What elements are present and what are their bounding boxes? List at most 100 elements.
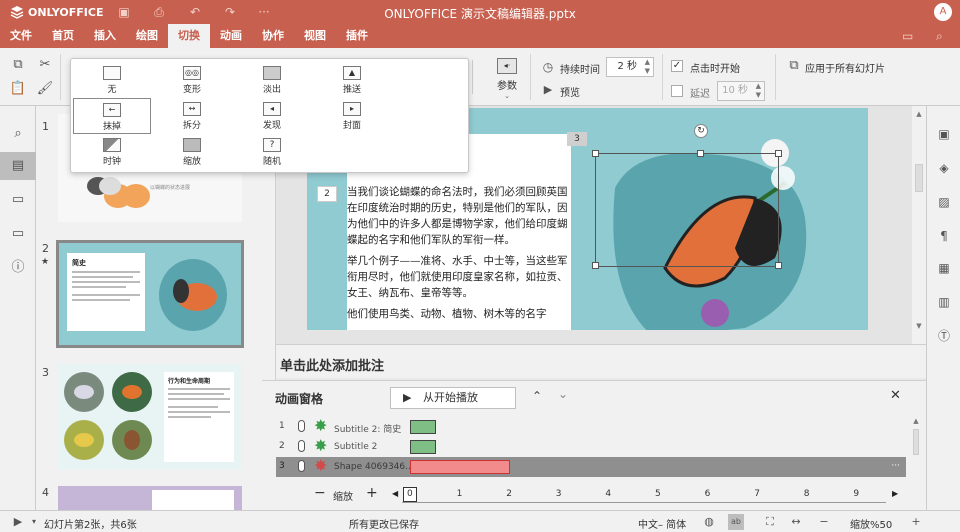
move-down-icon[interactable]: ⌄: [558, 387, 568, 401]
spinner-arrows-icon[interactable]: ▲ ▼: [645, 58, 650, 76]
text-art-settings-icon[interactable]: Ⓣ: [927, 324, 960, 348]
tab-collaborate[interactable]: 协作: [256, 24, 290, 48]
resize-handle[interactable]: [775, 262, 782, 269]
resize-handle[interactable]: [775, 150, 782, 157]
play-from-start-button[interactable]: ▶ 从开始播放: [390, 387, 516, 409]
transition-random[interactable]: ? 随机: [233, 134, 311, 170]
resize-handle[interactable]: [592, 150, 599, 157]
chart-settings-icon[interactable]: ▥: [927, 290, 960, 314]
timeline-right-icon[interactable]: ▶: [892, 489, 898, 498]
animation-timing-bar[interactable]: [410, 420, 436, 434]
folder-icon[interactable]: ▭: [902, 29, 913, 43]
zoom-in-icon[interactable]: +: [366, 485, 378, 501]
avatar[interactable]: A: [934, 3, 952, 21]
animation-list-scrollbar[interactable]: ▲: [910, 417, 922, 477]
slide-thumbnail-3[interactable]: 行为和生命周期: [58, 364, 242, 470]
notes-placeholder[interactable]: 单击此处添加批注: [280, 355, 384, 374]
on-click-checkbox[interactable]: ✓: [671, 60, 683, 72]
slideshow-icon[interactable]: ▶: [10, 514, 26, 530]
info-icon[interactable]: ⓘ: [0, 254, 36, 282]
slides-panel-icon[interactable]: ▤: [0, 152, 36, 180]
transition-morph[interactable]: ◎◎ 变形: [153, 62, 231, 98]
animation-row[interactable]: 1 ✸ Subtitle 2: 简史: [276, 417, 906, 437]
slide-settings-icon[interactable]: ▣: [927, 122, 960, 146]
animation-timing-bar[interactable]: [410, 460, 510, 474]
rotate-handle-icon[interactable]: ↻: [694, 124, 708, 138]
transition-wipe[interactable]: ← 抹掉: [73, 98, 151, 134]
duration-spinner[interactable]: 2 秒 ▲ ▼: [606, 57, 654, 77]
scroll-thumb[interactable]: [913, 429, 919, 455]
animation-timing-bar[interactable]: [410, 440, 436, 454]
tab-insert[interactable]: 插入: [88, 24, 122, 48]
more-icon[interactable]: ···: [256, 4, 272, 20]
notes-area[interactable]: 单击此处添加批注: [276, 344, 926, 378]
shape-settings-icon[interactable]: ◈: [927, 156, 960, 180]
slide-thumbnail-2[interactable]: 简史: [56, 240, 244, 348]
scroll-up-icon[interactable]: ▲: [912, 110, 926, 118]
transition-fade[interactable]: 淡出: [233, 62, 311, 98]
transition-clock[interactable]: 时钟: [73, 134, 151, 170]
delay-checkbox[interactable]: [671, 85, 683, 97]
slideshow-options-icon[interactable]: ▾: [26, 514, 42, 530]
fit-width-icon[interactable]: ↔: [788, 514, 804, 530]
copy-style-icon[interactable]: 🖌: [36, 80, 54, 98]
animation-row[interactable]: 3 ✸ Shape 4069346... ···: [276, 457, 906, 477]
zoom-out-icon[interactable]: −: [314, 485, 326, 501]
params-button[interactable]: ◂· 参数 ⌄: [490, 52, 524, 102]
preview-icon[interactable]: ▶: [539, 81, 557, 99]
editor-scrollbar[interactable]: ▲ ▼: [912, 106, 926, 344]
fit-slide-icon[interactable]: ⛶: [762, 514, 778, 530]
delay-spinner[interactable]: 10 秒 ▲ ▼: [717, 81, 765, 101]
transition-none[interactable]: 无: [73, 62, 151, 98]
spinner-arrows-icon[interactable]: ▲ ▼: [756, 82, 761, 100]
close-icon[interactable]: ✕: [890, 388, 901, 403]
resize-handle[interactable]: [592, 262, 599, 269]
zoom-in-icon[interactable]: +: [908, 514, 924, 530]
slide-thumbnail-4[interactable]: [58, 486, 242, 510]
undo-icon[interactable]: ↶: [187, 4, 203, 20]
paste-icon[interactable]: 📋: [9, 80, 27, 98]
search-icon[interactable]: ⌕: [936, 29, 943, 44]
tab-file[interactable]: 文件: [4, 24, 38, 48]
transition-split[interactable]: ↔ 拆分: [153, 98, 231, 134]
transition-gallery-scroll[interactable]: [472, 60, 482, 94]
language-selector[interactable]: 中文– 简体: [638, 516, 686, 531]
image-settings-icon[interactable]: ▨: [927, 190, 960, 214]
zoom-out-icon[interactable]: −: [816, 514, 832, 530]
apply-all-label[interactable]: 应用于所有幻灯片: [805, 60, 885, 75]
resize-handle[interactable]: [697, 150, 704, 157]
move-up-icon[interactable]: ⌃: [532, 389, 542, 403]
row-more-icon[interactable]: ···: [891, 461, 900, 471]
table-settings-icon[interactable]: ▦: [927, 256, 960, 280]
transition-cover[interactable]: ▸ 封面: [313, 98, 391, 134]
tab-animation[interactable]: 动画: [214, 24, 248, 48]
redo-icon[interactable]: ↷: [222, 4, 238, 20]
comments-icon[interactable]: ▭: [0, 186, 36, 214]
cut-icon[interactable]: ✂: [36, 56, 54, 74]
chat-icon[interactable]: ▭: [0, 220, 36, 248]
print-icon[interactable]: ⎙: [151, 4, 167, 20]
apply-all-icon[interactable]: ⧉: [785, 57, 803, 75]
animation-row[interactable]: 2 ✸ Subtitle 2: [276, 437, 906, 457]
scroll-down-icon[interactable]: ▼: [912, 322, 926, 330]
preview-label[interactable]: 预览: [560, 84, 580, 99]
scroll-thumb[interactable]: [915, 164, 923, 192]
timeline-ruler[interactable]: 0 1 2 3 4 5 6 7 8 9: [402, 487, 886, 503]
spellcheck-icon[interactable]: ab: [728, 514, 744, 530]
save-icon[interactable]: ▣: [116, 4, 132, 20]
transition-uncover[interactable]: ◂ 发现: [233, 98, 311, 134]
globe-icon[interactable]: ◍: [701, 514, 717, 530]
scroll-up-icon[interactable]: ▲: [910, 417, 922, 425]
tab-transitions[interactable]: 切换: [168, 24, 210, 48]
tab-plugins[interactable]: 插件: [340, 24, 374, 48]
transition-zoom[interactable]: 缩放: [153, 134, 231, 170]
transition-push[interactable]: ▲ 推送: [313, 62, 391, 98]
paragraph-settings-icon[interactable]: ¶: [927, 224, 960, 248]
search-icon[interactable]: ⌕: [0, 120, 36, 148]
copy-icon[interactable]: ⧉: [9, 56, 27, 74]
timeline-left-icon[interactable]: ◀: [392, 489, 398, 498]
tab-draw[interactable]: 绘图: [130, 24, 164, 48]
tab-home[interactable]: 首页: [46, 24, 80, 48]
tab-view[interactable]: 视图: [298, 24, 332, 48]
selection-frame[interactable]: [595, 153, 779, 267]
